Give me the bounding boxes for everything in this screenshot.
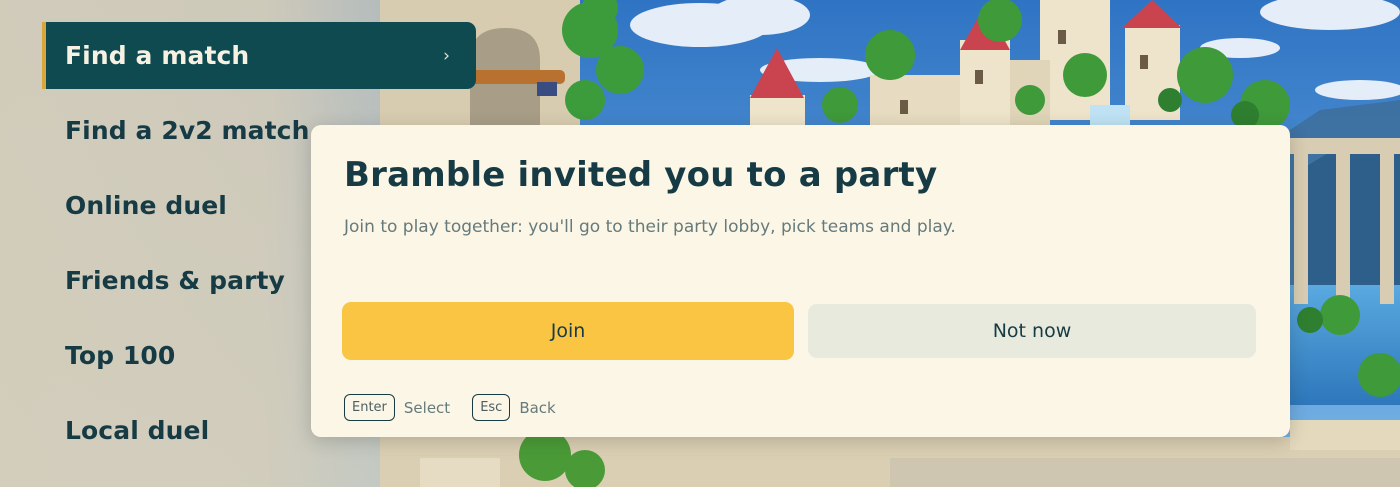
dialog-description: Join to play together: you'll go to thei… [344, 217, 956, 237]
menu-item-label: Online duel [65, 191, 227, 220]
controller-hints: Enter Select Esc Back [344, 394, 578, 421]
menu-item-label: Top 100 [65, 341, 176, 370]
dialog-title: Bramble invited you to a party [344, 155, 938, 195]
hint-select-label: Select [403, 398, 451, 417]
menu-item-label: Friends & party [65, 266, 285, 295]
esc-key-icon: Esc [472, 394, 511, 421]
game-screen: Find a match › Find a 2v2 match Online d… [0, 0, 1400, 487]
menu-item-label: Find a 2v2 match [65, 116, 310, 145]
hint-back-label: Back [519, 398, 556, 417]
menu-item-label: Local duel [65, 416, 210, 445]
menu-item-find-a-match[interactable]: Find a match › [42, 22, 476, 89]
menu-item-label: Find a match [65, 41, 250, 70]
party-invite-dialog: Bramble invited you to a party Join to p… [311, 125, 1290, 437]
not-now-button[interactable]: Not now [808, 304, 1256, 358]
enter-key-icon: Enter [344, 394, 395, 421]
chevron-right-icon: › [443, 45, 450, 66]
join-button[interactable]: Join [342, 302, 794, 360]
